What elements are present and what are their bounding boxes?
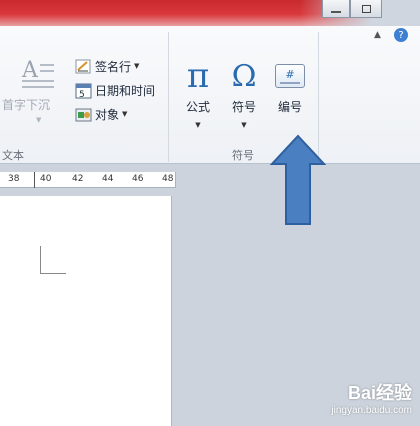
drop-cap-button[interactable]: A 首字下沉 ▼ [0,56,68,126]
ruler-tick: 38 [8,174,20,184]
symbol-dropdown-icon: ▼ [241,121,247,129]
text-group-label: 文本 [2,149,24,162]
object-button[interactable]: 对象 ▼ [74,104,127,124]
equation-dropdown-icon: ▼ [195,121,201,129]
page-margin-corner-mark [40,246,66,274]
horizontal-ruler[interactable]: 38 40 42 44 46 48 [0,172,176,188]
signature-line-button[interactable]: 签名行 ▼ [74,56,139,76]
number-glyph: # [285,67,295,81]
signature-line-label: 签名行 [95,59,132,74]
ribbon-insert-tab: ▲ ? A 首字下沉 ▼ 签名行 ▼ 5 日期和时间 对象 ▼ 文本 π 公式 … [0,26,420,164]
date-time-button[interactable]: 5 日期和时间 [74,80,155,100]
number-button[interactable]: # 编号 [272,58,308,115]
object-icon [74,105,92,123]
drop-cap-label: 首字下沉 [2,98,51,112]
equation-button[interactable]: π 公式 ▼ [180,56,216,129]
drop-cap-icon: A [22,58,56,88]
watermark: Bai经验 jingyan.baidu.com [331,379,412,416]
restore-window-button[interactable] [350,0,382,18]
number-icon-line [280,81,300,84]
minimize-window-button[interactable] [322,0,350,18]
help-icon[interactable]: ? [394,28,408,42]
number-label: 编号 [277,100,302,114]
number-icon: # [275,58,305,94]
symbols-group-label: 符号 [232,149,254,162]
watermark-url: jingyan.baidu.com [331,405,412,416]
signature-line-icon [74,57,92,75]
ruler-tick: 48 [162,174,174,184]
date-time-label: 日期和时间 [95,83,156,98]
group-separator [168,32,169,162]
restore-icon [361,4,371,13]
equation-label: 公式 [185,100,210,114]
symbol-button[interactable]: Ω 符号 ▼ [226,58,262,130]
signature-dropdown-icon: ▼ [134,62,140,70]
date-time-icon: 5 [74,81,92,99]
omega-icon: Ω [231,58,257,94]
drop-cap-dropdown-icon: ▼ [36,116,42,124]
watermark-brand: Bai经验 [347,383,412,403]
ruler-tick: 46 [132,174,144,184]
ruler-tick: 42 [72,174,84,184]
object-dropdown-icon: ▼ [122,110,128,118]
object-label: 对象 [95,107,120,122]
document-page[interactable] [0,196,172,426]
ruler-tick: 40 [40,174,52,184]
symbol-label: 符号 [231,100,256,114]
ruler-tick: 44 [102,174,114,184]
svg-text:5: 5 [79,90,85,99]
ruler-indent-marker [34,172,35,188]
callout-up-arrow [270,134,326,225]
minimize-icon [331,10,341,13]
minimize-ribbon-icon[interactable]: ▲ [374,30,381,40]
pi-icon: π [186,56,210,96]
